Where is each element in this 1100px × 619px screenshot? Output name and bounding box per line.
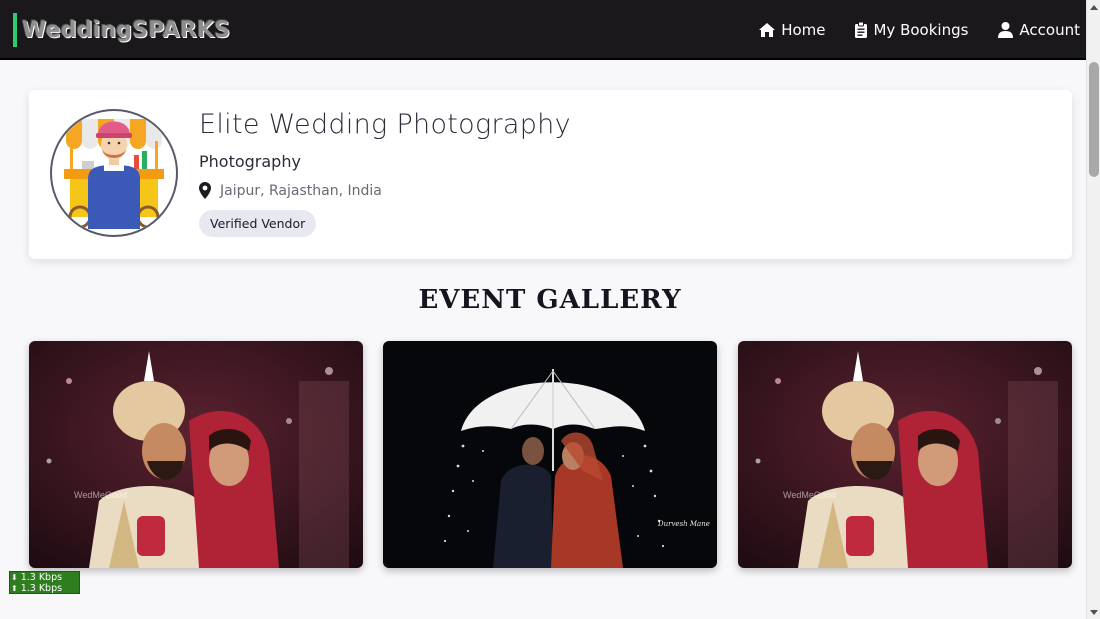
nav-account-label[interactable]: Account bbox=[1019, 21, 1080, 39]
scroll-down-arrow-icon[interactable] bbox=[1087, 605, 1100, 619]
brand-logo[interactable]: WeddingSPARKS bbox=[13, 13, 230, 47]
download-speed-row: ⬇ 1.3 Kbps bbox=[11, 572, 79, 583]
nav-bookings-label[interactable]: My Bookings bbox=[873, 21, 968, 39]
nav-account-link[interactable]: Account bbox=[998, 21, 1080, 39]
vendor-category: Photography bbox=[199, 152, 301, 171]
nav-home-label[interactable]: Home bbox=[781, 21, 825, 39]
brand-name[interactable]: WeddingSPARKS bbox=[22, 18, 230, 43]
nav-bookings-link[interactable]: My Bookings bbox=[855, 21, 968, 39]
page-scrollbar[interactable] bbox=[1086, 0, 1100, 619]
couple-portrait-photo: WedMeGood bbox=[738, 341, 1072, 568]
nav-links: Home My Bookings Account bbox=[729, 0, 1080, 60]
upload-arrow-icon: ⬆ bbox=[11, 584, 18, 593]
watermark-text: WedMeGood bbox=[74, 490, 127, 500]
scroll-thumb[interactable] bbox=[1089, 62, 1099, 177]
vendor-location: Jaipur, Rajasthan, India bbox=[199, 182, 382, 199]
signature-text: Durvesh Mane bbox=[657, 520, 710, 528]
network-speed-widget: ⬇ 1.3 Kbps ⬆ 1.3 Kbps bbox=[9, 571, 80, 594]
user-icon bbox=[998, 22, 1014, 38]
watermark-text: WedMeGood bbox=[783, 490, 836, 500]
couple-umbrella-photo: Durvesh Mane bbox=[383, 341, 717, 568]
clipboard-icon bbox=[855, 22, 868, 38]
map-pin-icon bbox=[199, 182, 211, 199]
gallery-title: EVENT GALLERY bbox=[418, 285, 682, 315]
vendor-name: Elite Wedding Photography bbox=[199, 109, 571, 140]
scroll-up-arrow-icon[interactable] bbox=[1087, 0, 1100, 14]
download-speed: 1.3 Kbps bbox=[20, 572, 63, 583]
gallery-image-2[interactable]: Durvesh Mane bbox=[383, 341, 717, 568]
nav-home-link[interactable]: Home bbox=[759, 21, 825, 39]
vendor-profile-card: Elite Wedding Photography Photography Ja… bbox=[29, 90, 1072, 259]
upload-speed: 1.3 Kbps bbox=[20, 583, 63, 594]
couple-portrait-photo: WedMeGood bbox=[29, 341, 363, 568]
download-arrow-icon: ⬇ bbox=[11, 573, 18, 582]
gallery-image-3[interactable]: WedMeGood bbox=[738, 341, 1072, 568]
vendor-cart-avatar bbox=[64, 119, 164, 229]
vendor-location-text: Jaipur, Rajasthan, India bbox=[220, 182, 382, 199]
upload-speed-row: ⬆ 1.3 Kbps bbox=[11, 583, 79, 594]
top-navbar: WeddingSPARKS Home My Bookings Account bbox=[0, 0, 1086, 60]
gallery-image-1[interactable]: WedMeGood bbox=[29, 341, 363, 568]
home-icon bbox=[759, 23, 776, 37]
verified-badge: Verified Vendor bbox=[199, 210, 317, 237]
vendor-avatar bbox=[50, 109, 178, 237]
